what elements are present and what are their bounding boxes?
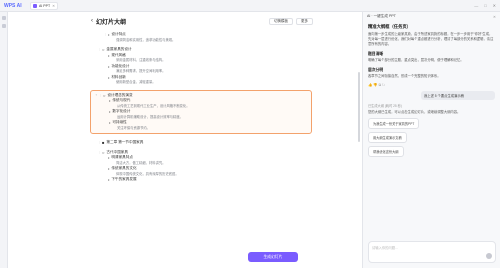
- outline-block[interactable]: ⋮ • 设计特点 强调简洁和实用性，追求功能性与美观。: [90, 32, 312, 43]
- user-message: 我上述 5 个要点生成演示稿: [421, 91, 495, 100]
- close-icon[interactable]: ✕: [493, 3, 496, 8]
- outline-editor: ‹ 幻灯片大纲 切换模板 更多 ⋮ • 设计特点 强调简洁和实用性，追求功能性与美观。…: [8, 12, 362, 268]
- bullet-icon: •: [108, 166, 110, 171]
- outline-list[interactable]: ⋮ • 设计特点 强调简洁和实用性，追求功能性与美观。 ⋮ ○ 金属家具的设计 • 现代风格 采用…: [90, 32, 312, 256]
- bullet-icon: ■: [102, 140, 105, 145]
- message-heading: 题目清晰: [368, 52, 384, 56]
- outline-block-selected[interactable]: 7 ⋮ ○ 设计理念的演变 • 传统与现代 从传统工艺到现代工业生产，设计风格不断变化。 • 数…: [90, 89, 312, 134]
- outline-row[interactable]: 使用新型合金，减轻重量。: [90, 80, 312, 86]
- doc-icon[interactable]: [2, 24, 6, 28]
- bullet-icon: •: [108, 155, 110, 160]
- bullet-icon: •: [108, 177, 110, 182]
- suggestion-chip[interactable]: 为我生成一份关于家具的PPT: [368, 118, 420, 129]
- scrollbar[interactable]: [358, 72, 360, 142]
- bullet-icon: •: [109, 109, 111, 114]
- app-logo: WPS AI: [4, 2, 22, 9]
- outline-block[interactable]: ⋮ ○ 古代中国家具 • 明清家具特点 简洁大方，做工精细，材料讲究。 • 传统家具的文化 体现…: [90, 150, 312, 183]
- generate-slides-button[interactable]: 生成幻灯片: [248, 252, 298, 262]
- close-panel-icon[interactable]: ✕: [493, 15, 496, 19]
- ai-chat-panel: AI · 一键生成 PPT ✕ 精准大纲框（任务页） 面向第一步生成的上级家具篇…: [362, 12, 500, 268]
- chat-header: AI · 一键生成 PPT ✕: [363, 12, 500, 21]
- suggestion-chip[interactable]: 帮我优化这份大纲: [368, 146, 404, 157]
- outline-row[interactable]: ⋮ ■ 第二章 第一节中国家具: [90, 140, 312, 146]
- chat-input-placeholder: 请输入你的问题...: [372, 246, 398, 250]
- window-controls: — □ ✕: [474, 3, 496, 8]
- ai-message: 已生成大纲 (耗时 25 秒) 您的大纲已生成，可以点击生成幻灯片，或继续调整大…: [363, 103, 500, 115]
- back-icon[interactable]: ‹: [91, 18, 93, 24]
- bullet-icon: •: [108, 52, 110, 58]
- bullet-icon: ○: [102, 149, 105, 155]
- tab-ai-ppt[interactable]: AI PPT ✕: [30, 1, 58, 10]
- top-bar: WPS AI AI PPT ✕ — □ ✕: [0, 0, 500, 12]
- message-heading: 层次分明: [368, 68, 384, 72]
- bullet-icon: ○: [103, 92, 106, 98]
- outline-note[interactable]: 强调简洁和实用性，追求功能性与美观。: [116, 38, 175, 44]
- outline-row[interactable]: 强调简洁和实用性，追求功能性与美观。: [90, 38, 312, 44]
- switch-template-button[interactable]: 切换模板: [269, 17, 293, 25]
- ppt-icon: [33, 3, 37, 8]
- tab-close-icon[interactable]: ✕: [52, 4, 55, 8]
- ai-message: 精准大纲框（任务页） 面向第一步生成的上级家具篇，由于所述家具篇的标题，在一步一…: [363, 24, 500, 87]
- line-number: 7: [95, 92, 97, 97]
- bullet-icon: ○: [102, 47, 105, 52]
- message-paragraph: 您的大纲已生成，可以点击生成幻灯片，或继续调整大纲内容。: [368, 110, 461, 114]
- bullet-icon: •: [108, 74, 110, 80]
- maximize-icon[interactable]: □: [484, 3, 486, 8]
- more-button[interactable]: 更多: [296, 17, 313, 25]
- message-paragraph: 明确了每个部分的主题，重点突出，层次分明，便于理解和记忆。: [368, 58, 464, 62]
- outline-note[interactable]: 关注环保与资源节约。: [117, 126, 150, 132]
- outline-note[interactable]: 使用新型合金，减轻重量。: [116, 80, 156, 86]
- message-title: 精准大纲框（任务页）: [368, 24, 411, 29]
- generation-meta: 已生成大纲 (耗时 25 秒): [368, 104, 402, 108]
- outline-block[interactable]: ⋮ ○ 金属家具的设计 • 现代风格 采用金属材料，注重线条与结构。 • 功能化设计 满足多种需…: [90, 47, 312, 86]
- tab-label: AI PPT: [39, 3, 51, 8]
- outline-row[interactable]: 关注环保与资源节约。: [91, 126, 311, 132]
- outline-item-text[interactable]: 第二章 第一节中国家具: [106, 140, 143, 146]
- editor-header: ‹ 幻灯片大纲 切换模板 更多: [91, 16, 313, 26]
- chat-title: AI · 一键生成 PPT: [367, 14, 396, 18]
- home-icon[interactable]: [2, 16, 6, 20]
- outline-block[interactable]: ⋮ ■ 第二章 第一节中国家具: [90, 140, 312, 146]
- chat-input[interactable]: 请输入你的问题...: [368, 241, 496, 263]
- message-actions[interactable]: 👍 👎 ⧉ ↻: [368, 83, 495, 87]
- page-title: 幻灯片大纲: [96, 19, 127, 26]
- message-paragraph: 各章节之间衔接自然，形成一个完整的知识体系。: [368, 74, 441, 78]
- bullet-icon: •: [109, 98, 111, 103]
- outline-item-text[interactable]: 下午的家具发展: [111, 177, 136, 183]
- message-paragraph: 面向第一步生成的上级家具篇，由于所述家具篇的标题，在一步一步用于"你好"生成，先…: [368, 32, 494, 46]
- bullet-icon: •: [108, 63, 110, 69]
- bullet-icon: •: [108, 32, 110, 37]
- left-sidebar: [0, 12, 8, 268]
- suggestion-chip[interactable]: 用大纲生成演示文稿: [368, 132, 407, 143]
- outline-row[interactable]: • 下午的家具发展: [90, 177, 312, 183]
- bullet-icon: •: [109, 120, 111, 125]
- send-icon[interactable]: [486, 253, 492, 259]
- minimize-icon[interactable]: —: [474, 3, 478, 8]
